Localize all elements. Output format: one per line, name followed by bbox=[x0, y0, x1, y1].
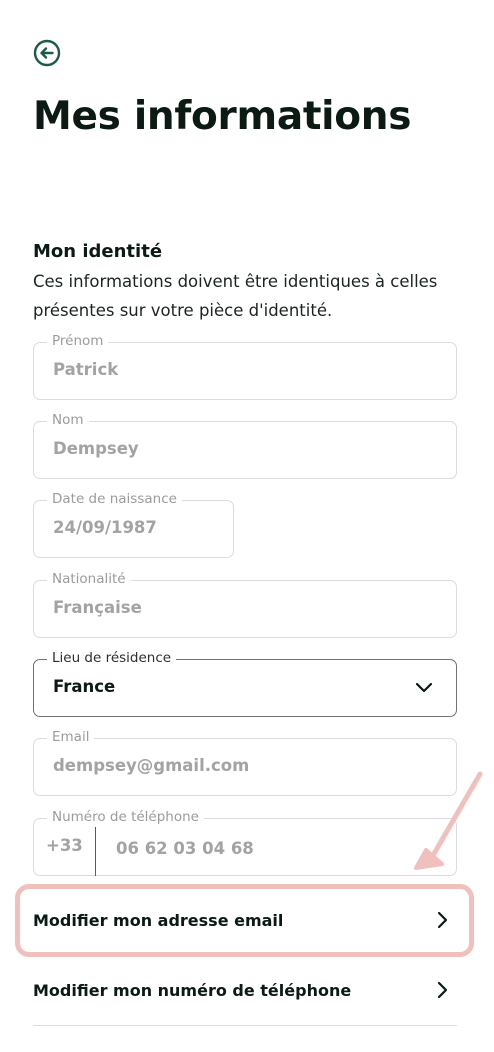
nationality-field[interactable]: Nationalité Française bbox=[33, 571, 457, 638]
chevron-down-icon bbox=[415, 682, 433, 693]
first-name-field[interactable]: Prénom Patrick bbox=[33, 333, 457, 400]
edit-email-label: Modifier mon adresse email bbox=[33, 910, 284, 930]
residence-label: Lieu de résidence bbox=[47, 650, 177, 666]
first-name-value: Patrick bbox=[53, 360, 119, 379]
last-name-field[interactable]: Nom Dempsey bbox=[33, 412, 457, 479]
birth-date-value: 24/09/1987 bbox=[53, 518, 157, 537]
email-label: Email bbox=[47, 729, 95, 745]
phone-label: Numéro de téléphone bbox=[47, 809, 204, 825]
arrow-left-circle-icon bbox=[33, 39, 61, 67]
section-description: Ces informations doivent être identiques… bbox=[33, 272, 438, 320]
chevron-right-icon bbox=[437, 911, 448, 929]
first-name-label: Prénom bbox=[47, 333, 109, 349]
back-button[interactable] bbox=[33, 39, 61, 67]
phone-field[interactable]: Numéro de téléphone +33 06 62 03 04 68 bbox=[33, 809, 457, 876]
email-field[interactable]: Email dempsey@gmail.com bbox=[33, 729, 457, 796]
edit-email-link[interactable]: Modifier mon adresse email bbox=[33, 900, 457, 940]
nationality-value: Française bbox=[53, 598, 142, 617]
edit-phone-label: Modifier mon numéro de téléphone bbox=[33, 980, 352, 1000]
nationality-label: Nationalité bbox=[47, 571, 131, 587]
phone-value: 06 62 03 04 68 bbox=[116, 839, 254, 858]
section-title-identity: Mon identité bbox=[33, 241, 163, 262]
birth-date-label: Date de naissance bbox=[47, 491, 182, 507]
residence-select[interactable]: Lieu de résidence France bbox=[33, 650, 457, 717]
annotation-arrow-icon bbox=[414, 771, 483, 870]
last-name-value: Dempsey bbox=[53, 439, 139, 458]
phone-country-code: +33 bbox=[46, 836, 83, 855]
residence-value: France bbox=[53, 677, 116, 696]
birth-date-field[interactable]: Date de naissance 24/09/1987 bbox=[33, 491, 234, 558]
page-title: Mes informations bbox=[33, 94, 412, 139]
chevron-right-icon bbox=[437, 981, 448, 999]
edit-phone-link[interactable]: Modifier mon numéro de téléphone bbox=[33, 970, 457, 1010]
divider bbox=[33, 1025, 457, 1026]
email-value: dempsey@gmail.com bbox=[53, 756, 250, 775]
last-name-label: Nom bbox=[47, 412, 89, 428]
phone-divider bbox=[95, 827, 96, 876]
